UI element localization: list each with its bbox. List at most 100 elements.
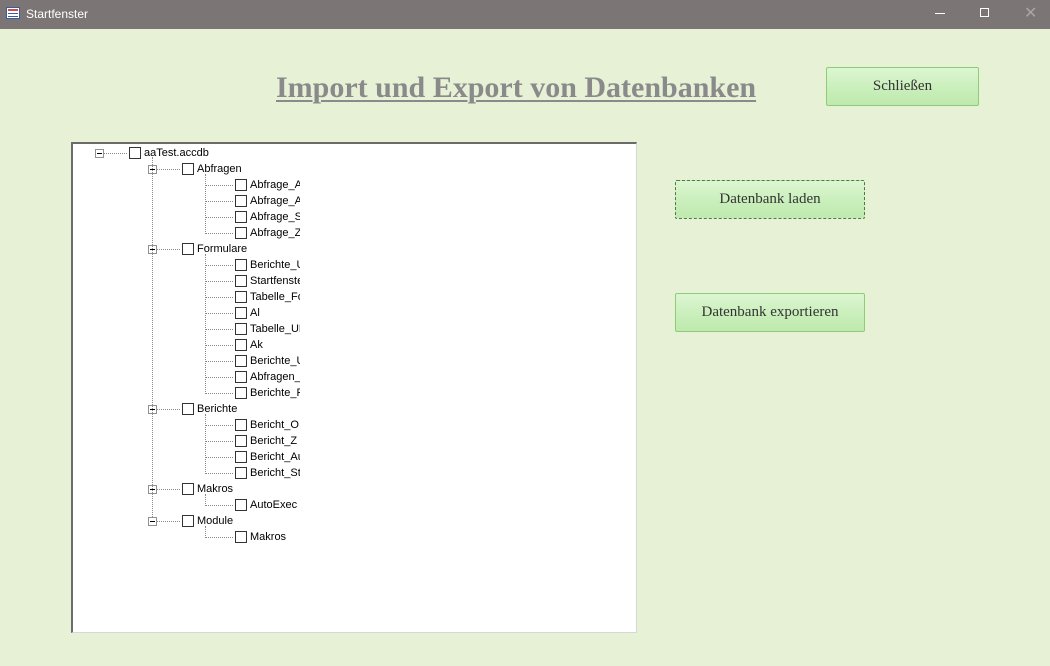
checkbox[interactable] (235, 339, 247, 351)
checkbox[interactable] (182, 515, 194, 527)
tree-item-label: Startfenster (250, 275, 300, 287)
tree-connector (205, 345, 233, 346)
tree-node-item[interactable] (73, 209, 636, 225)
close-icon: ✕ (1024, 5, 1038, 22)
tree-item-label: Bericht_Au (250, 451, 300, 463)
tree-node-item[interactable] (73, 193, 636, 209)
tree-item-label: Abfrage_A (250, 179, 300, 191)
checkbox[interactable] (129, 147, 141, 159)
checkbox[interactable] (235, 291, 247, 303)
tree-guide-line (205, 254, 206, 394)
tree-node-item[interactable] (73, 273, 636, 289)
tree-item-label: Berichte_UF (250, 355, 300, 367)
tree-node-item[interactable] (73, 257, 636, 273)
checkbox[interactable] (235, 435, 247, 447)
tree-item-label: AutoExec (250, 499, 298, 511)
tree-connector (205, 265, 233, 266)
checkbox[interactable] (235, 531, 247, 543)
tree-root-label: aaTest.accdb (144, 147, 209, 159)
tree-guide-line (205, 526, 206, 538)
tree-connector (205, 281, 233, 282)
checkbox[interactable] (235, 259, 247, 271)
tree-connector (205, 457, 233, 458)
tree-node-item[interactable] (73, 529, 636, 545)
export-database-button[interactable]: Datenbank exportieren (675, 293, 865, 332)
tree-connector (205, 537, 233, 538)
checkbox[interactable] (235, 371, 247, 383)
tree-connector (205, 377, 233, 378)
minimize-icon (935, 13, 945, 14)
checkbox[interactable] (182, 483, 194, 495)
tree-item-label: Tabelle_Form (250, 291, 300, 303)
collapse-icon[interactable] (148, 517, 157, 526)
tree-node-item[interactable] (73, 177, 636, 193)
checkbox[interactable] (235, 467, 247, 479)
checkbox[interactable] (182, 243, 194, 255)
checkbox[interactable] (235, 275, 247, 287)
checkbox[interactable] (235, 307, 247, 319)
window-title: Startfenster (26, 7, 89, 21)
tree-item-label: Bericht_O (250, 419, 299, 431)
tree-guide-line (152, 157, 153, 517)
tree-node-item[interactable] (73, 225, 636, 241)
tree-connector (205, 441, 233, 442)
tree-node-item[interactable] (73, 321, 636, 337)
checkbox[interactable] (235, 211, 247, 223)
collapse-icon[interactable] (95, 149, 104, 158)
checkbox[interactable] (235, 323, 247, 335)
checkbox[interactable] (182, 163, 194, 175)
tree-node-item[interactable] (73, 465, 636, 481)
tree-item-label: Bericht_St (250, 467, 300, 479)
tree-item-label: Berichte_UF_2 (250, 259, 300, 271)
tree-item-label: Abfragen_Form (250, 371, 300, 383)
tree-connector (205, 473, 233, 474)
tree-node-item[interactable] (73, 385, 636, 401)
object-tree-view[interactable]: aaTest.accdb Abfragen Abfrage_A Abfrage_A Ab… (71, 142, 637, 633)
tree-node-item[interactable] (73, 337, 636, 353)
tree-node-item[interactable] (73, 497, 636, 513)
tree-node-item[interactable] (73, 369, 636, 385)
close-button[interactable]: Schließen (826, 67, 979, 106)
tree-node-item[interactable] (73, 289, 636, 305)
tree-connector (205, 393, 233, 394)
minimize-button[interactable] (917, 0, 962, 29)
tree-group-label: Module (197, 515, 234, 527)
tree-item-label: Ak (250, 339, 263, 351)
window-titlebar: Startfenster ✕ (0, 0, 1050, 29)
tree-connector (205, 297, 233, 298)
tree-node-item[interactable] (73, 417, 636, 433)
tree-guide-line (205, 174, 206, 234)
tree-connector (205, 185, 233, 186)
tree-connector (205, 233, 233, 234)
tree-group-label: Abfragen (197, 163, 242, 175)
tree-node-item[interactable] (73, 449, 636, 465)
close-window-button[interactable]: ✕ (1007, 0, 1050, 29)
checkbox[interactable] (235, 355, 247, 367)
page-title: Import und Export von Datenbanken (276, 71, 757, 104)
checkbox[interactable] (235, 499, 247, 511)
tree-node-item[interactable] (73, 353, 636, 369)
tree-item-label: Berichte_Form (250, 387, 300, 399)
tree-item-label: Abfrage_Z (250, 227, 300, 239)
tree-guide-line (205, 414, 206, 474)
tree-group-label: Makros (197, 483, 234, 495)
tree-guide-line (205, 494, 206, 506)
tree-item-label: Abfrage_A (250, 195, 300, 207)
tree-connector (205, 313, 233, 314)
tree-connector (205, 425, 233, 426)
checkbox[interactable] (182, 403, 194, 415)
tree-connector (205, 329, 233, 330)
checkbox[interactable] (235, 179, 247, 191)
tree-node-item[interactable] (73, 433, 636, 449)
checkbox[interactable] (235, 451, 247, 463)
maximize-button[interactable] (962, 0, 1007, 29)
tree-connector (205, 505, 233, 506)
checkbox[interactable] (235, 387, 247, 399)
tree-item-label: Al (250, 307, 260, 319)
tree-item-label: Bericht_Z (250, 435, 298, 447)
checkbox[interactable] (235, 419, 247, 431)
checkbox[interactable] (235, 227, 247, 239)
load-database-button[interactable]: Datenbank laden (675, 180, 865, 219)
checkbox[interactable] (235, 195, 247, 207)
tree-node-item[interactable] (73, 305, 636, 321)
